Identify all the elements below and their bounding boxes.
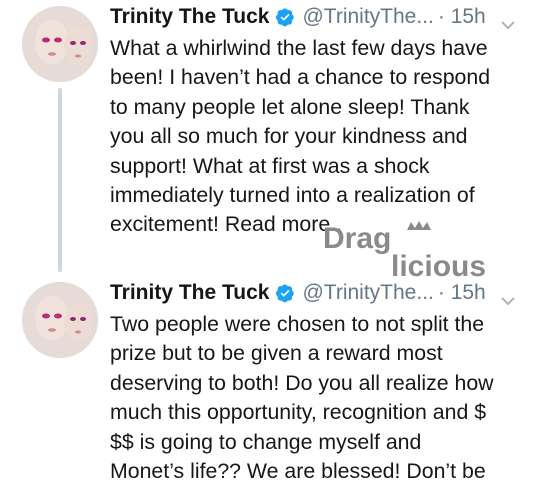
tweet-text-line: Two people were chosen to not split the <box>110 312 485 336</box>
tweet-text: Two people were chosen to not split the … <box>110 310 530 486</box>
tweet-text-line: $$ is going to change myself and <box>110 429 422 454</box>
dragalicious-watermark-logo: Drag licious <box>323 220 518 283</box>
tweet-text-line: immediately turned into a realization of <box>110 183 475 208</box>
tweet-header: Trinity The Tuck @TrinityThe... · 15h <box>110 279 516 307</box>
tweet-text-line: to many people let alone sleep! Thank <box>110 94 470 119</box>
tweet-text-line: you all so much for your kindness and <box>110 124 468 149</box>
timestamp[interactable]: · 15h <box>438 281 486 305</box>
user-handle[interactable]: @TrinityThe... <box>302 5 433 29</box>
thread-connector-line <box>58 88 62 272</box>
tweet-text-line: What a whirlwind the last few days have <box>110 36 488 60</box>
chevron-down-icon[interactable] <box>500 288 516 306</box>
avatar[interactable] <box>22 6 98 82</box>
tweet-text: What a whirlwind the last few days have … <box>110 34 530 240</box>
tweet-text-line: been! I haven’t had a chance to respond <box>110 65 491 90</box>
chevron-down-icon[interactable] <box>500 12 516 30</box>
crown-icon <box>407 221 431 230</box>
tweet-text-line: much this opportunity, recognition and $ <box>110 400 487 425</box>
tweet-text-line: Monet’s life?? We are blessed! Don’t be <box>110 459 486 484</box>
verified-badge-icon <box>275 283 295 303</box>
avatar[interactable] <box>22 282 98 358</box>
tweet-text-line: support! What at first was a shock <box>110 153 430 178</box>
tweet-text-line: deserving to both! Do you all realize ho… <box>110 370 494 395</box>
tweet-text-line: prize but to be given a reward most <box>110 341 443 366</box>
timestamp[interactable]: · 15h <box>438 5 486 29</box>
tweet-header: Trinity The Tuck @TrinityThe... · 15h <box>110 3 516 31</box>
display-name[interactable]: Trinity The Tuck <box>110 281 269 305</box>
display-name[interactable]: Trinity The Tuck <box>110 5 269 29</box>
watermark-text-bottom: licious <box>391 250 486 280</box>
user-handle[interactable]: @TrinityThe... <box>302 281 433 305</box>
watermark-text-top: Drag <box>323 222 391 255</box>
verified-badge-icon <box>275 7 295 27</box>
